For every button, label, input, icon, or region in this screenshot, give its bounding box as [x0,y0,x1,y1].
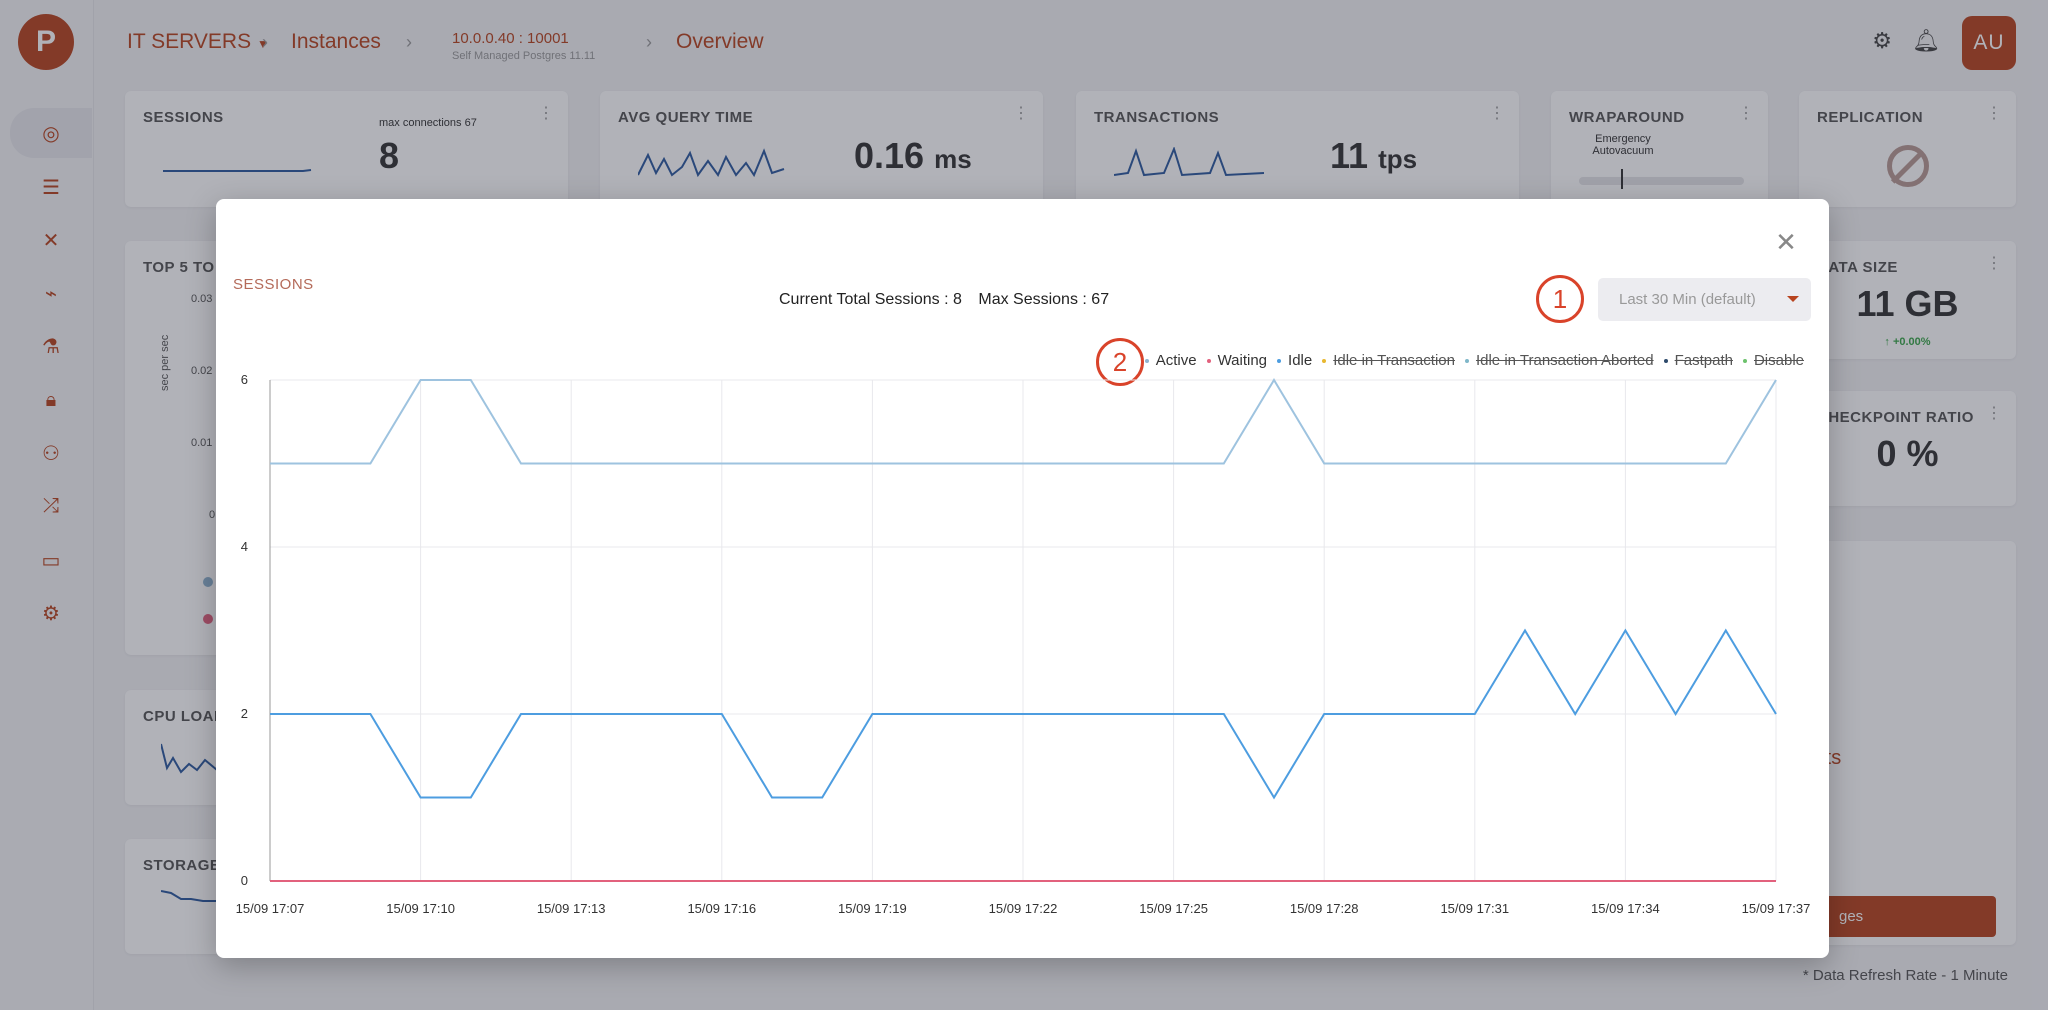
y-tick-label: 2 [241,706,248,721]
x-tick-label: 15/09 17:22 [989,901,1058,916]
x-tick-label: 15/09 17:31 [1440,901,1509,916]
x-tick-label: 15/09 17:25 [1139,901,1208,916]
y-tick-label: 6 [241,372,248,387]
x-tick-label: 15/09 17:34 [1591,901,1660,916]
y-tick-label: 4 [241,539,248,554]
y-tick-label: 0 [241,873,248,888]
x-tick-label: 15/09 17:28 [1290,901,1359,916]
sessions-modal: ✕ SESSIONS Current Total Sessions : 8 Ma… [216,199,1829,958]
sessions-chart: 0 2 4 6 15/09 17:07 15/09 17:10 15/09 17:13 15/… [236,372,1811,916]
x-tick-label: 15/09 17:37 [1742,901,1811,916]
x-tick-label: 15/09 17:13 [537,901,606,916]
x-tick-label: 15/09 17:10 [386,901,455,916]
x-tick-label: 15/09 17:07 [236,901,305,916]
x-tick-label: 15/09 17:19 [838,901,907,916]
x-tick-label: 15/09 17:16 [687,901,756,916]
